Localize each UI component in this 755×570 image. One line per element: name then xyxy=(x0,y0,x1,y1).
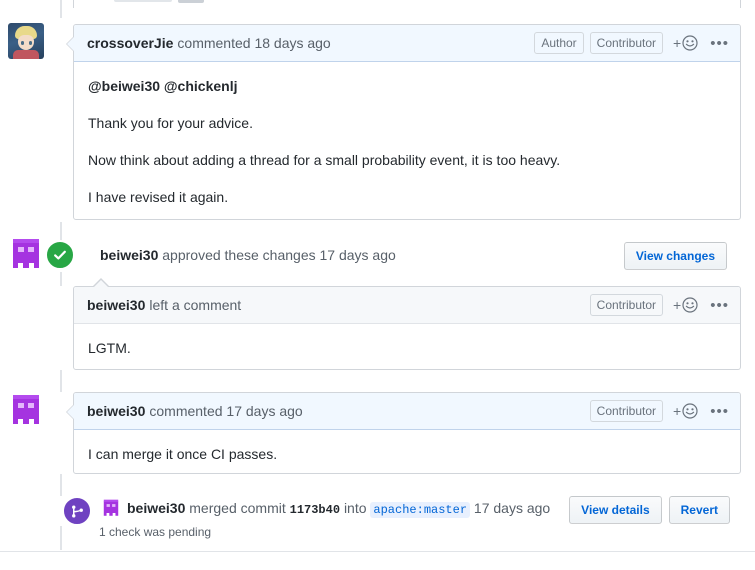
badge-author: Author xyxy=(534,32,583,54)
merge-author[interactable]: beiwei30 xyxy=(127,500,185,516)
check-circle-icon xyxy=(45,240,75,270)
avatar-eye-left xyxy=(21,41,24,45)
view-details-button[interactable]: View details xyxy=(569,496,661,524)
add-reaction-icon[interactable]: + xyxy=(673,35,698,51)
kebab-menu-icon[interactable]: ••• xyxy=(710,36,729,51)
review-comment-author[interactable]: beiwei30 xyxy=(87,297,145,313)
comment-card-review: beiwei30 left a comment Contributor + ••… xyxy=(73,286,741,370)
avatar-beiwei30-merge[interactable] xyxy=(101,498,121,518)
badge-contributor: Contributor xyxy=(590,32,663,54)
kebab-menu-icon[interactable]: ••• xyxy=(710,298,729,313)
review-comment-paragraph: LGTM. xyxy=(88,338,726,359)
comment-paragraph-mentions: @beiwei30 @chickenlj xyxy=(88,76,726,97)
merge-text: beiwei30 merged commit 1173b40 into apac… xyxy=(127,500,550,517)
kebab-menu-icon[interactable]: ••• xyxy=(710,404,729,419)
comment-author[interactable]: crossoverJie xyxy=(87,35,173,51)
comment-header: crossoverJie commented 18 days ago Autho… xyxy=(74,25,740,62)
add-reaction-icon[interactable]: + xyxy=(673,403,698,419)
avatar-crossoverjie[interactable] xyxy=(8,23,44,59)
comment-paragraph-2: Now think about adding a thread for a sm… xyxy=(88,150,726,171)
merge-text-between: into xyxy=(344,500,367,516)
comment-paragraph-1: Thank you for your advice. xyxy=(88,113,726,134)
comment-paragraph-3: I have revised it again. xyxy=(88,187,726,208)
bottom-band xyxy=(0,552,755,570)
merge-actions: View details Revert xyxy=(569,496,730,524)
comment-action: commented 17 days ago xyxy=(149,403,302,419)
avatar-beiwei30-comment[interactable] xyxy=(8,392,44,428)
event-merged: beiwei30 merged commit 1173b40 into apac… xyxy=(0,496,741,546)
badge-contributor: Contributor xyxy=(590,400,663,422)
approval-actions: View changes xyxy=(624,242,727,270)
review-comment-action: left a comment xyxy=(149,297,241,313)
event-approval: beiwei30 approved these changes 17 days … xyxy=(0,238,741,272)
merge-target-branch[interactable]: apache:master xyxy=(370,502,470,518)
comment-header: beiwei30 commented 17 days ago Contribut… xyxy=(74,393,740,430)
comment-body: I can merge it once CI passes. xyxy=(74,430,740,479)
comment-author[interactable]: beiwei30 xyxy=(87,403,145,419)
timeline-rail-4 xyxy=(60,474,62,496)
merge-time: 17 days ago xyxy=(474,500,550,516)
merge-commit-sha[interactable]: 1173b40 xyxy=(290,503,340,517)
plus-glyph: + xyxy=(673,298,681,312)
avatar-eye-right xyxy=(29,41,32,45)
review-comment-body: LGTM. xyxy=(74,324,740,373)
comment-card-beiwei30: beiwei30 commented 17 days ago Contribut… xyxy=(73,392,741,474)
approval-action: approved these changes 17 days ago xyxy=(162,247,396,263)
avatar-body xyxy=(13,50,39,59)
clipped-text-ghost xyxy=(114,0,172,2)
merge-text-before-sha: merged commit xyxy=(189,500,285,516)
add-reaction-icon[interactable]: + xyxy=(673,297,698,313)
plus-glyph: + xyxy=(673,36,681,50)
revert-button[interactable]: Revert xyxy=(669,496,730,524)
review-comment-header: beiwei30 left a comment Contributor + ••… xyxy=(74,287,740,324)
badge-contributor: Contributor xyxy=(590,294,663,316)
merge-check-status: 1 check was pending xyxy=(99,525,211,539)
timeline-rail-top xyxy=(60,0,62,18)
timeline-rail-3 xyxy=(60,370,62,392)
git-merge-icon xyxy=(62,496,92,526)
approval-text: beiwei30 approved these changes 17 days … xyxy=(100,247,396,263)
previous-comment-clipped xyxy=(73,0,741,8)
comment-body: @beiwei30 @chickenlj Thank you for your … xyxy=(74,62,740,222)
pr-conversation-timeline: crossoverJie commented 18 days ago Autho… xyxy=(0,0,755,570)
plus-glyph: + xyxy=(673,404,681,418)
view-changes-button[interactable]: View changes xyxy=(624,242,727,270)
comment-paragraph: I can merge it once CI passes. xyxy=(88,444,726,465)
comment-action: commented 18 days ago xyxy=(177,35,330,51)
timeline-rail-2 xyxy=(60,272,62,286)
clipped-text-ghost-2 xyxy=(178,0,204,3)
approval-author[interactable]: beiwei30 xyxy=(100,247,158,263)
comment-card-crossoverjie: crossoverJie commented 18 days ago Autho… xyxy=(73,24,741,220)
